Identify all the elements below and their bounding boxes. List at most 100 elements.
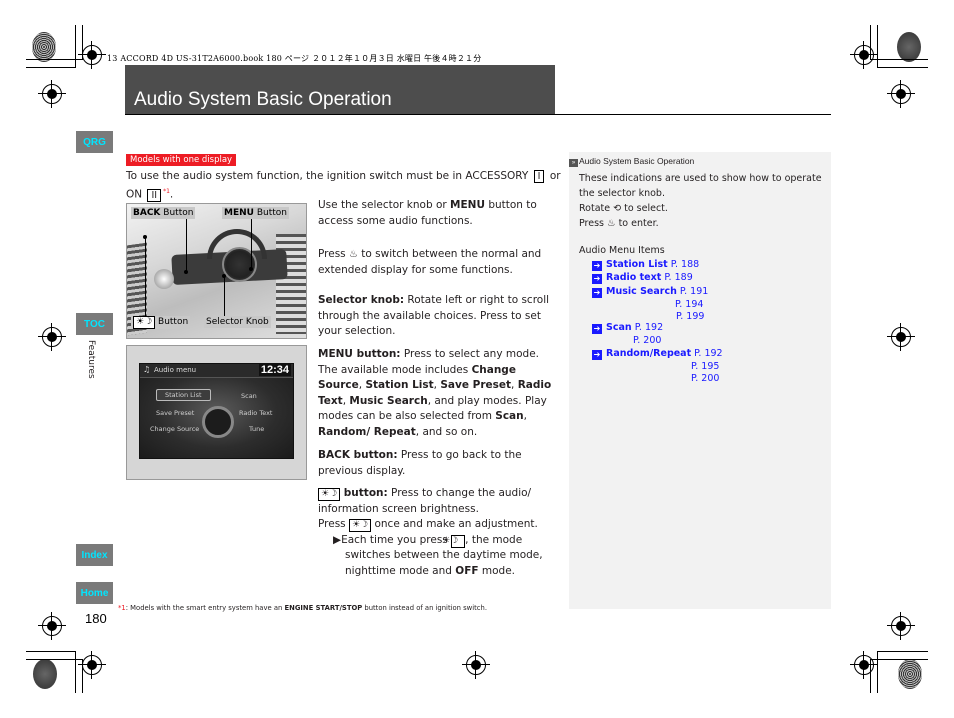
dimmer-icon: ☀☽ [442, 534, 466, 548]
page-number: 180 [85, 611, 107, 626]
arrow-link-icon: ➔ [592, 324, 602, 334]
registration-mark [38, 323, 66, 351]
arrow-link-icon: ➔ [592, 350, 602, 360]
dimmer-icon: ☀☽ [348, 519, 372, 532]
page-title: Audio System Basic Operation [134, 89, 392, 110]
bullet-arrow-icon: ▶ [333, 533, 342, 546]
intro-end: . [169, 188, 174, 201]
arrow-link-icon: ➔ [592, 288, 602, 298]
sidebar-description: These indications are used to show how t… [579, 173, 822, 229]
leader-dot [222, 274, 226, 278]
registration-mark [850, 651, 878, 679]
arrow-link-icon: ➔ [592, 274, 602, 284]
footnote: *1: Models with the smart entry system h… [118, 604, 487, 612]
intro-text: To use the audio system function, the ig… [126, 170, 529, 182]
title-rule [125, 114, 831, 115]
sidebar-heading: » Audio System Basic Operation [569, 156, 694, 167]
registration-mark [887, 323, 915, 351]
crop-line [75, 25, 76, 67]
selector-ring-graphic [202, 406, 234, 438]
dimmer-mode-note: ▶Each time you press ☀☽, the mode switch… [333, 533, 543, 577]
menu-button-label: MENU Button [222, 207, 289, 219]
menu-item-scan: Scan [241, 392, 257, 400]
crop-line [877, 25, 878, 67]
leader-line [251, 219, 252, 268]
control-panel-photo: BACK Button MENU Button ☀☽ Button Select… [126, 203, 307, 339]
registration-mark [38, 80, 66, 108]
chevron-right-icon: » [569, 159, 578, 167]
dimmer-button-label: ☀☽ Button [131, 316, 191, 329]
sidebar-subheading: Audio Menu Items [579, 245, 665, 256]
para-selector-knob: Selector knob: Rotate left or right to s… [318, 294, 550, 337]
registration-mark [887, 80, 915, 108]
section-label: Features [86, 340, 96, 379]
leader-line [145, 237, 146, 317]
nav-tab-index[interactable]: Index [76, 544, 113, 566]
dimmer-icon: ☀☽ [133, 316, 156, 329]
leader-line [186, 219, 187, 271]
leader-dot [143, 235, 147, 239]
menu-item-station-list: Station List [156, 389, 211, 401]
registration-mark [850, 41, 878, 69]
menu-item-change-source: Change Source [150, 425, 200, 433]
para-dimmer-button: ☀☽ button: Press to change the audio/ in… [318, 486, 553, 579]
menu-item-tune: Tune [249, 425, 265, 433]
crop-line [26, 59, 83, 60]
selector-knob-label: Selector Knob [204, 316, 271, 328]
title-bar: Audio System Basic Operation [125, 65, 555, 114]
nav-tab-home[interactable]: Home [76, 582, 113, 604]
registration-mark [887, 612, 915, 640]
back-button-label: BACK Button [131, 207, 196, 219]
footnote-marker: *1 [118, 604, 126, 612]
crop-line [26, 651, 76, 652]
rotate-knob-icon: ⟲ [613, 203, 622, 214]
registration-disc-bottom-left [33, 659, 57, 689]
para-press-display: Press ♨ to switch between the normal and… [318, 248, 542, 276]
crop-line [877, 651, 878, 693]
registration-mark [78, 651, 106, 679]
print-header: 13 ACCORD 4D US-31T2A6000.book 180 ページ ２… [107, 54, 482, 63]
menu-item-save-preset: Save Preset [156, 409, 195, 417]
screen-topbar: ♫ Audio menu 12:34 [140, 364, 293, 378]
link-station-list[interactable]: ➔ Station List P. 188 [592, 259, 699, 272]
registration-disc-top-right [897, 32, 921, 62]
nav-tab-qrg[interactable]: QRG [76, 131, 113, 153]
music-note-icon: ♫ [143, 365, 151, 374]
crop-line [877, 67, 928, 68]
registration-mark [38, 612, 66, 640]
link-random-repeat[interactable]: ➔ Random/Repeat P. 192 P. 195 P. 200 [592, 348, 723, 386]
accessory-position-box: I [533, 170, 545, 183]
para-back-button: BACK button: Press to go back to the pre… [318, 449, 522, 477]
crop-line [870, 59, 928, 60]
press-knob-icon: ♨ [348, 249, 358, 260]
crop-line [26, 67, 76, 68]
screen-clock: 12:34 [258, 364, 291, 376]
para-menu-button: MENU button: Press to select any mode. T… [318, 348, 552, 438]
registration-disc-top-left [32, 32, 56, 62]
on-position-box: II [147, 188, 162, 202]
crop-line [870, 659, 928, 660]
leader-dot [184, 270, 188, 274]
sidebar-notes: » Audio System Basic Operation These indi… [569, 152, 831, 609]
audio-menu-screen: ♫ Audio menu 12:34 Station List Scan Sav… [139, 363, 294, 459]
menu-item-radio-text: Radio Text [239, 409, 273, 417]
dimmer-icon: ☀☽ [318, 488, 341, 501]
crop-line [75, 651, 76, 693]
crop-line [877, 651, 928, 652]
leader-line [224, 276, 225, 317]
volume-knob [154, 269, 174, 289]
registration-mark [78, 41, 106, 69]
link-scan[interactable]: ➔ Scan P. 192 P. 200 [592, 322, 663, 347]
registration-mark [462, 651, 490, 679]
arrow-link-icon: ➔ [592, 261, 602, 271]
footnote-ref[interactable]: *1 [163, 188, 170, 195]
nav-tab-toc[interactable]: TOC [76, 313, 113, 335]
model-tag: Models with one display [126, 154, 237, 166]
leader-dot [249, 267, 253, 271]
para-menu-access: Use the selector knob or MENU button to … [318, 199, 537, 227]
screen-title: Audio menu [154, 366, 197, 374]
registration-disc-bottom-right [898, 659, 922, 689]
link-radio-text[interactable]: ➔ Radio text P. 189 [592, 272, 693, 285]
press-knob-icon: ♨ [607, 218, 616, 229]
link-music-search[interactable]: ➔ Music Search P. 191 P. 194 P. 199 [592, 286, 708, 324]
